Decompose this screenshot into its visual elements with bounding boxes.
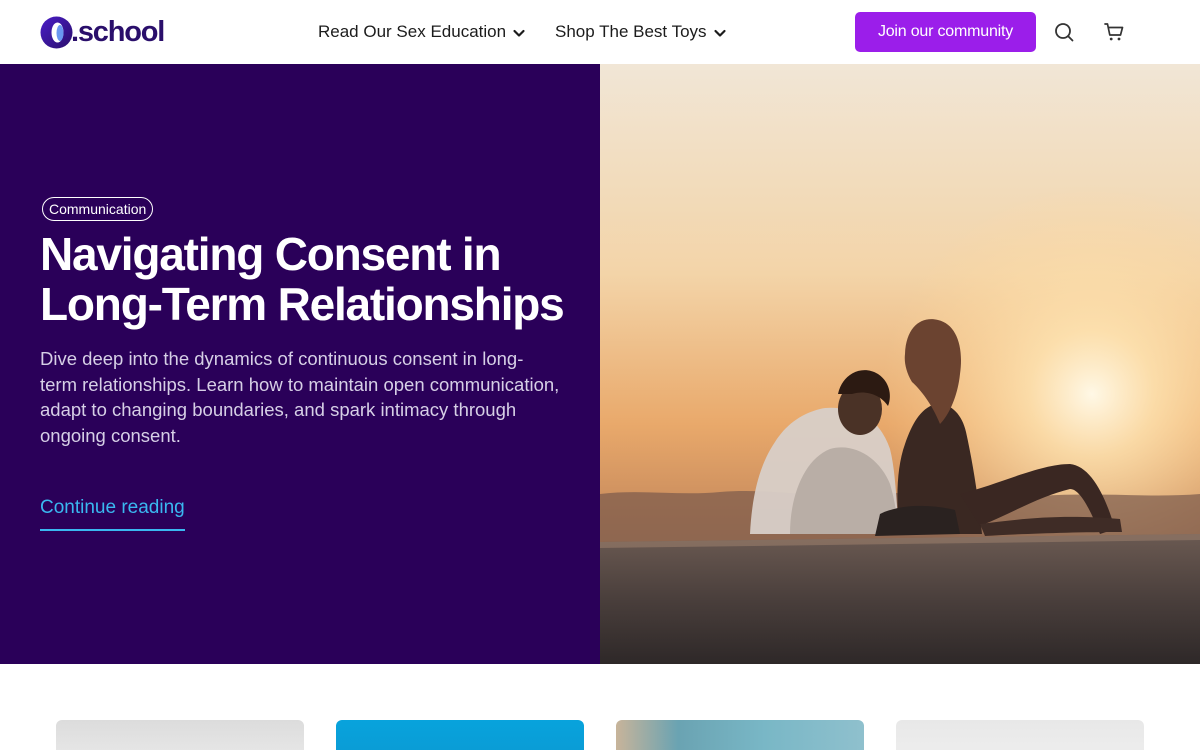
article-card-4[interactable]	[896, 720, 1144, 750]
article-card-3[interactable]	[616, 720, 864, 750]
category-tag[interactable]: Communication	[42, 197, 154, 221]
continue-reading-link[interactable]: Continue reading	[40, 495, 185, 531]
hero-headline: Navigating Consent in Long-Term Relation…	[40, 228, 565, 330]
logo[interactable]: .school	[40, 15, 165, 49]
nav-sex-education[interactable]: Read Our Sex Education	[318, 0, 526, 64]
nav-sex-education-label: Read Our Sex Education	[318, 22, 507, 41]
nav-shop-toys-label: Shop The Best Toys	[555, 22, 707, 41]
article-card-1[interactable]	[56, 720, 304, 750]
chevron-down-icon	[713, 25, 727, 39]
search-icon[interactable]	[1052, 20, 1076, 44]
logo-icon	[40, 16, 73, 49]
hero-description: Dive deep into the dynamics of continuou…	[40, 348, 560, 446]
chevron-down-icon	[512, 25, 526, 39]
join-community-button[interactable]: Join our community	[855, 12, 1036, 52]
article-card-2[interactable]	[336, 720, 584, 750]
site-header: .school Read Our Sex Education Shop The …	[0, 0, 1200, 64]
logo-text: .school	[71, 15, 165, 48]
nav-shop-toys[interactable]: Shop The Best Toys	[555, 0, 727, 64]
cart-icon[interactable]	[1102, 20, 1126, 44]
hero-image	[600, 64, 1200, 664]
